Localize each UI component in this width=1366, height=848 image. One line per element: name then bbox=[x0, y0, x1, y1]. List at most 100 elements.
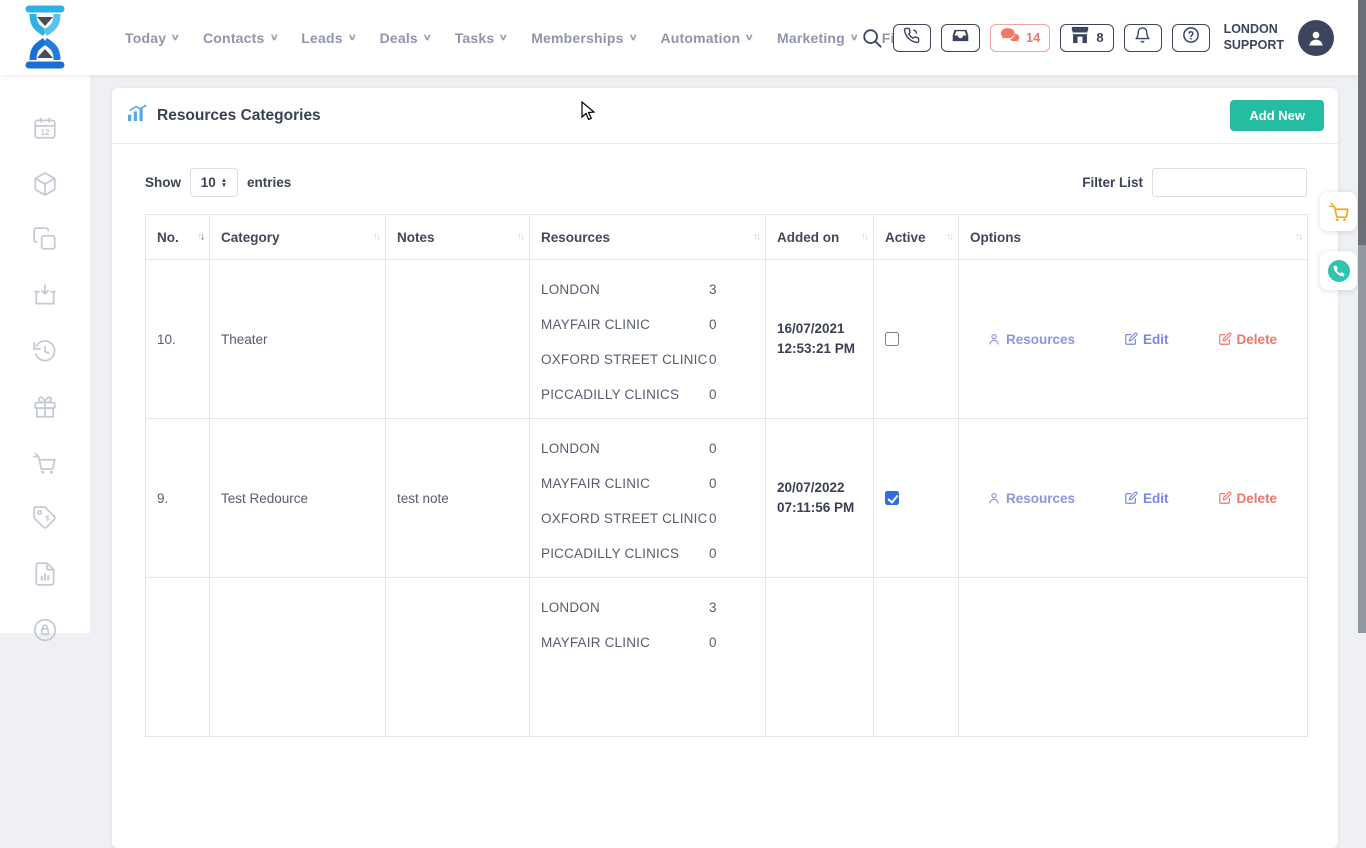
column-header-no[interactable]: No.↑↓ bbox=[146, 215, 210, 260]
edit-link[interactable]: Edit bbox=[1124, 491, 1169, 506]
added-time: 07:11:56 PM bbox=[777, 498, 862, 518]
sidebar-item-copy[interactable] bbox=[32, 226, 58, 252]
notifications-button[interactable] bbox=[1124, 24, 1162, 52]
column-label: Category bbox=[221, 230, 280, 245]
app-logo-hourglass-icon[interactable] bbox=[22, 5, 68, 69]
show-label: Show bbox=[145, 175, 181, 190]
resource-name: PICCADILLY CLINICS bbox=[541, 546, 709, 561]
phone-call-button[interactable] bbox=[893, 24, 931, 52]
menu-item-memberships[interactable]: Memberships∨ bbox=[531, 30, 636, 46]
column-header-options[interactable]: Options↑↓ bbox=[959, 215, 1308, 260]
resource-count: 0 bbox=[709, 441, 717, 456]
delete-link[interactable]: Delete bbox=[1218, 491, 1278, 506]
cell-notes: test note bbox=[386, 419, 530, 578]
menu-item-label: Leads bbox=[301, 30, 342, 46]
help-button[interactable] bbox=[1172, 24, 1210, 52]
floating-cart-button[interactable] bbox=[1320, 192, 1357, 231]
resource-line: OXFORD STREET CLINIC0 bbox=[541, 501, 754, 536]
menu-item-tasks[interactable]: Tasks∨ bbox=[455, 30, 507, 46]
sidebar-item-tag[interactable]: $ bbox=[32, 505, 58, 531]
nav-actions: 14 8 LONDON SUPPORT bbox=[861, 0, 1334, 75]
sidebar-item-basket[interactable] bbox=[32, 282, 58, 308]
spinner-arrows-icon: ▲▼ bbox=[221, 178, 227, 188]
menu-item-label: Marketing bbox=[777, 30, 845, 46]
sidebar-item-history[interactable] bbox=[32, 338, 58, 364]
svg-text:$: $ bbox=[46, 514, 51, 523]
resource-name: LONDON bbox=[541, 282, 709, 297]
added-date: 20/07/2022 bbox=[777, 478, 862, 498]
filter-label: Filter List bbox=[1082, 175, 1143, 190]
resource-name: PICCADILLY CLINICS bbox=[541, 387, 709, 402]
menu-item-automation[interactable]: Automation∨ bbox=[660, 30, 753, 46]
resource-count: 3 bbox=[709, 282, 717, 297]
add-new-button[interactable]: Add New bbox=[1230, 100, 1324, 131]
added-time: 12:53:21 PM bbox=[777, 339, 862, 359]
chevron-down-icon: ∨ bbox=[423, 32, 433, 43]
column-header-resources[interactable]: Resources↑↓ bbox=[530, 215, 766, 260]
menu-item-label: Automation bbox=[660, 30, 740, 46]
column-label: No. bbox=[157, 230, 179, 245]
column-label: Options bbox=[970, 230, 1021, 245]
inbox-icon bbox=[951, 27, 970, 49]
action-label: Resources bbox=[1006, 491, 1075, 506]
menu-item-label: Today bbox=[125, 30, 166, 46]
page-title: Resources Categories bbox=[157, 107, 321, 125]
column-header-category[interactable]: Category↑↓ bbox=[210, 215, 386, 260]
store-button[interactable]: 8 bbox=[1060, 24, 1113, 52]
filter-input[interactable] bbox=[1152, 168, 1307, 197]
resource-line: OXFORD STREET CLINIC0 bbox=[541, 342, 754, 377]
action-label: Edit bbox=[1143, 491, 1169, 506]
column-header-notes[interactable]: Notes↑↓ bbox=[386, 215, 530, 260]
search-icon[interactable] bbox=[861, 27, 883, 49]
menu-item-marketing[interactable]: Marketing∨ bbox=[777, 30, 858, 46]
trend-chart-icon bbox=[127, 104, 147, 127]
menu-item-deals[interactable]: Deals∨ bbox=[380, 30, 431, 46]
avatar[interactable] bbox=[1298, 20, 1334, 56]
chevron-down-icon: ∨ bbox=[347, 32, 357, 43]
menu-item-today[interactable]: Today∨ bbox=[125, 30, 179, 46]
active-checkbox[interactable] bbox=[885, 332, 899, 346]
action-label: Edit bbox=[1143, 332, 1169, 347]
resource-name: LONDON bbox=[541, 441, 709, 456]
sidebar-item-lock[interactable] bbox=[32, 617, 58, 643]
resource-line: PICCADILLY CLINICS0 bbox=[541, 377, 754, 412]
chat-button[interactable]: 14 bbox=[990, 24, 1050, 52]
resource-name: OXFORD STREET CLINIC bbox=[541, 511, 709, 526]
active-checkbox[interactable] bbox=[885, 491, 899, 505]
sidebar-item-package[interactable] bbox=[32, 171, 58, 197]
menu-item-contacts[interactable]: Contacts∨ bbox=[203, 30, 277, 46]
sidebar-item-gift[interactable] bbox=[32, 394, 58, 420]
resource-count: 0 bbox=[709, 476, 717, 491]
cell-no: 9. bbox=[146, 419, 210, 578]
page-size-select[interactable]: 10 ▲▼ bbox=[190, 168, 238, 197]
scrollbar-thumb[interactable] bbox=[1358, 0, 1366, 245]
card-header: Resources Categories Add New bbox=[112, 88, 1338, 144]
column-header-active[interactable]: Active↑↓ bbox=[874, 215, 959, 260]
entries-label: entries bbox=[247, 175, 291, 190]
floating-call-button[interactable] bbox=[1320, 251, 1357, 290]
store-icon bbox=[1070, 26, 1090, 49]
account-label: LONDON SUPPORT bbox=[1224, 22, 1284, 53]
action-label: Delete bbox=[1237, 491, 1278, 506]
resources-link[interactable]: Resources bbox=[987, 332, 1075, 347]
bell-icon bbox=[1134, 26, 1151, 49]
sort-arrows-icon: ↑↓ bbox=[946, 232, 952, 243]
column-label: Notes bbox=[397, 230, 435, 245]
cell-category: Test Redource bbox=[210, 419, 386, 578]
inbox-button[interactable] bbox=[941, 24, 980, 52]
sidebar-item-cart[interactable] bbox=[32, 450, 58, 476]
column-header-addedon[interactable]: Added on↑↓ bbox=[766, 215, 874, 260]
store-badge: 8 bbox=[1096, 30, 1103, 45]
menu-item-leads[interactable]: Leads ∨ bbox=[301, 30, 355, 46]
action-label: Resources bbox=[1006, 332, 1075, 347]
sidebar-item-calendar[interactable]: 12 bbox=[32, 115, 58, 141]
added-date: 16/07/2021 bbox=[777, 319, 862, 339]
resources-link[interactable]: Resources bbox=[987, 491, 1075, 506]
sidebar-item-report[interactable] bbox=[32, 561, 58, 587]
edit-link[interactable]: Edit bbox=[1124, 332, 1169, 347]
delete-link[interactable]: Delete bbox=[1218, 332, 1278, 347]
main-menu: Today∨Contacts∨Leads∨Deals∨Tasks∨Members… bbox=[125, 0, 915, 75]
cell-resources: LONDON3MAYFAIR CLINIC0OXFORD STREET CLIN… bbox=[530, 260, 766, 419]
cell-active bbox=[874, 419, 959, 578]
chevron-down-icon: ∨ bbox=[499, 32, 509, 43]
